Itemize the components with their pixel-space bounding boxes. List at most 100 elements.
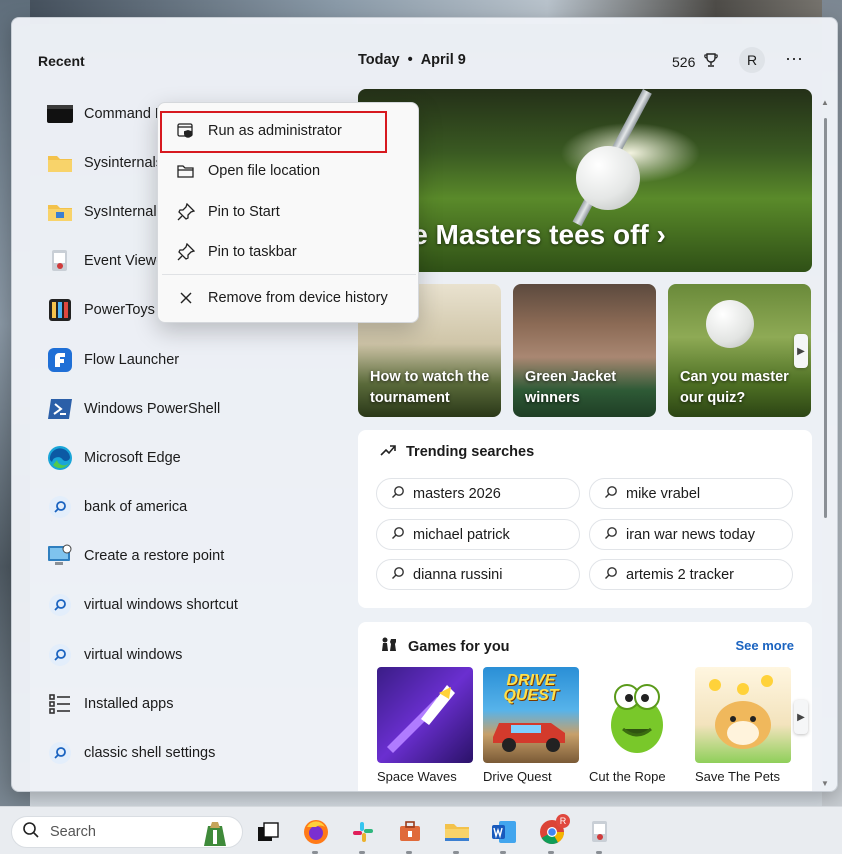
trending-chip[interactable]: artemis 2 tracker [589,559,793,590]
menu-item-open-file-location[interactable]: Open file location [162,153,416,189]
recent-item-windows-powershell[interactable]: Windows PowerShell [38,384,358,433]
menu-item-label: Pin to taskbar [208,244,297,260]
taskbar-search-box[interactable]: Search [11,816,243,848]
game-name: Space Waves [377,769,457,784]
trending-chip-label: artemis 2 tracker [626,566,734,583]
search-icon [46,641,74,669]
recent-item-label: Microsoft Edge [84,449,181,466]
recent-item-label: Create a restore point [84,548,225,565]
avatar[interactable]: R [739,47,765,73]
chess-icon [380,636,398,658]
recent-item-virtual-windows-shortcut[interactable]: virtual windows shortcut [38,581,358,630]
news-cards-row: How to watch the tournament Green Jacket… [358,284,812,417]
games-next-arrow-button[interactable]: ▶ [794,700,808,734]
trending-chip[interactable]: masters 2026 [376,478,580,509]
close-icon [176,288,196,308]
games-header: Games for you [380,636,510,658]
context-menu: Run as administrator Open file location … [157,102,419,323]
game-tile-drive-quest[interactable]: DRIVE QUEST Drive Quest [483,667,579,784]
recent-item-label: Flow Launcher [84,351,180,368]
news-next-arrow-button[interactable]: ▶ [794,334,808,368]
recent-item-classic-shell-settings[interactable]: classic shell settings [38,728,358,777]
recent-item-label: virtual windows [84,646,183,663]
rewards-points-value: 526 [672,53,696,70]
menu-item-remove-from-device-history[interactable]: Remove from device history [162,280,416,316]
menu-item-pin-to-taskbar[interactable]: Pin to taskbar [162,234,416,270]
word-icon[interactable] [490,818,518,846]
flow-launcher-icon [46,346,74,374]
game-art-cut-the-rope [589,667,685,763]
recent-item-virtual-windows[interactable]: virtual windows [38,630,358,679]
menu-item-label: Pin to Start [208,204,280,220]
folder-open-icon [176,161,196,181]
recent-title: Recent [38,53,85,69]
trending-arrow-icon [380,444,396,460]
recent-item-microsoft-edge[interactable]: Microsoft Edge [38,433,358,482]
search-icon [22,821,40,844]
menu-item-pin-to-start[interactable]: Pin to Start [162,194,416,230]
edge-icon [46,444,74,472]
scroll-up-icon[interactable]: ▲ [821,98,829,107]
hero-news-card[interactable]: The Masters tees off › [358,89,812,272]
powershell-icon [46,395,74,423]
start-menu-panel: Recent Command Prompt Sysinternals SysIn… [11,17,838,792]
news-card-green-jacket[interactable]: Green Jacket winners [513,284,656,417]
pin-icon [176,242,196,262]
news-card-caption: Green Jacket winners [525,369,617,406]
trending-chip[interactable]: dianna russini [376,559,580,590]
event-viewer-icon [46,247,74,275]
feed-scrollbar[interactable]: ▲ ▼ [821,98,831,788]
hero-title: The Masters tees off › [378,219,666,250]
news-card-caption: How to watch the tournament [370,369,490,406]
recent-item-create-restore-point[interactable]: Create a restore point [38,532,358,581]
restore-point-icon [46,542,74,570]
event-viewer-icon[interactable] [586,818,614,846]
search-icon [391,526,405,544]
powertoys-icon [46,296,74,324]
menu-item-run-as-administrator[interactable]: Run as administrator [162,113,416,149]
recent-item-label: Installed apps [84,695,174,712]
feed-today-label: Today [358,52,400,68]
recent-item-installed-apps[interactable]: Installed apps [38,679,358,728]
trending-chip[interactable]: mike vrabel [589,478,793,509]
separator-dot: • [407,52,413,68]
task-view-icon[interactable] [254,818,282,846]
scroll-down-icon[interactable]: ▼ [821,779,829,788]
recent-item-label: Sysinternals [84,154,163,171]
toolbox-icon[interactable] [396,818,424,846]
firefox-icon[interactable] [302,818,330,846]
trending-chip[interactable]: iran war news today [589,519,793,550]
search-icon [46,493,74,521]
see-more-link[interactable]: See more [735,638,794,653]
file-explorer-icon[interactable] [443,818,471,846]
recent-item-bank-of-america[interactable]: bank of america [38,483,358,532]
trending-title: Trending searches [406,444,535,460]
game-tile-cut-the-rope[interactable]: Cut the Rope [589,667,685,784]
recent-item-label: virtual windows shortcut [84,597,238,614]
trending-searches-card: Trending searches masters 2026 mike vrab… [358,430,812,608]
search-icon [46,591,74,619]
games-title: Games for you [408,639,510,655]
more-options-button[interactable]: ··· [782,48,806,72]
pin-icon [176,202,196,222]
search-highlight-icon [200,820,230,851]
trophy-icon [703,52,719,71]
rewards-points[interactable]: 526 [672,52,719,71]
menu-item-label: Open file location [208,163,321,179]
game-art-space-waves [377,667,473,763]
feed-date: Today • April 9 [358,52,466,68]
recent-item-label: bank of america [84,499,188,516]
game-tile-space-waves[interactable]: Space Waves [377,667,473,784]
scrollbar-thumb[interactable] [824,118,827,518]
game-tile-save-the-pets[interactable]: Save The Pets [695,667,791,784]
trending-chip[interactable]: michael patrick [376,519,580,550]
search-icon [46,739,74,767]
news-card-quiz[interactable]: Can you master our quiz? [668,284,811,417]
recent-item-flow-launcher[interactable]: Flow Launcher [38,335,358,384]
game-name: Save The Pets [695,769,781,784]
slack-icon[interactable] [349,818,377,846]
taskbar-search-placeholder: Search [50,824,96,840]
taskbar: Search R [0,806,842,854]
chrome-icon[interactable]: R [538,814,570,846]
search-icon [604,566,618,584]
